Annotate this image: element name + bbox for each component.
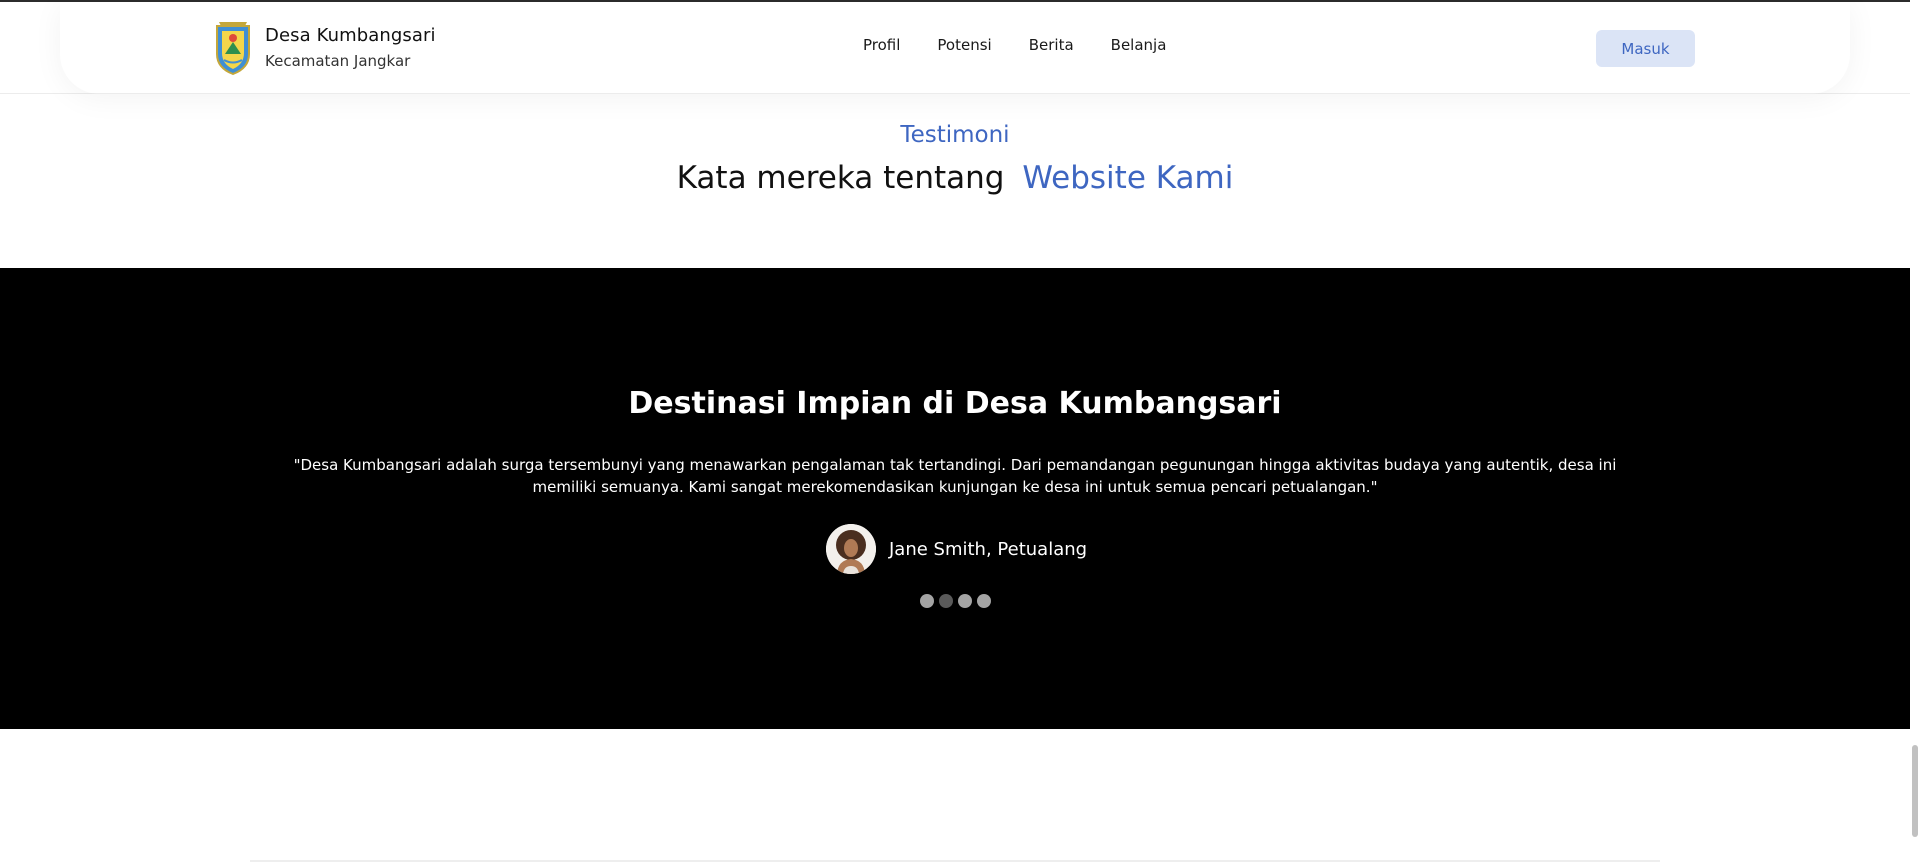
scrollbar-track[interactable] [1910,0,1919,868]
slider-dot-4[interactable] [977,594,991,608]
nav-item-belanja[interactable]: Belanja [1111,36,1167,54]
author-name: Jane Smith, Petualang [889,538,1088,560]
login-button[interactable]: Masuk [1596,30,1695,67]
brand-subtitle: Kecamatan Jangkar [265,52,411,70]
section-eyebrow: Testimoni [900,122,1010,148]
section-divider [250,860,1660,862]
brand[interactable]: Desa Kumbangsari Kecamatan Jangkar [213,20,436,76]
testimonial-author: Jane Smith, Petualang [826,524,1087,574]
section-title: Kata mereka tentang Website Kami [0,160,1910,196]
section-title-accent: Website Kami [1022,160,1234,196]
village-crest-icon [216,22,250,76]
navbar: Desa Kumbangsari Kecamatan Jangkar Profi… [0,2,1910,94]
nav-item-berita[interactable]: Berita [1029,36,1074,54]
nav-item-potensi[interactable]: Potensi [937,36,991,54]
scrollbar-thumb[interactable] [1912,745,1918,837]
slide-quote: "Desa Kumbangsari adalah surga tersembun… [293,456,1617,496]
brand-name: Desa Kumbangsari [265,25,436,46]
slide-title: Destinasi Impian di Desa Kumbangsari [628,386,1282,421]
section-title-main: Kata mereka tentang [676,160,1005,196]
avatar [826,524,876,574]
main-nav: Profil Potensi Berita Belanja [863,36,1166,54]
slider-dot-3[interactable] [958,594,972,608]
testimonial-slider: Destinasi Impian di Desa Kumbangsari "De… [0,268,1910,729]
nav-item-profil[interactable]: Profil [863,36,900,54]
slider-dot-2[interactable] [939,594,953,608]
slider-dots [920,594,991,608]
slider-dot-1[interactable] [920,594,934,608]
user-avatar-icon [826,524,876,574]
